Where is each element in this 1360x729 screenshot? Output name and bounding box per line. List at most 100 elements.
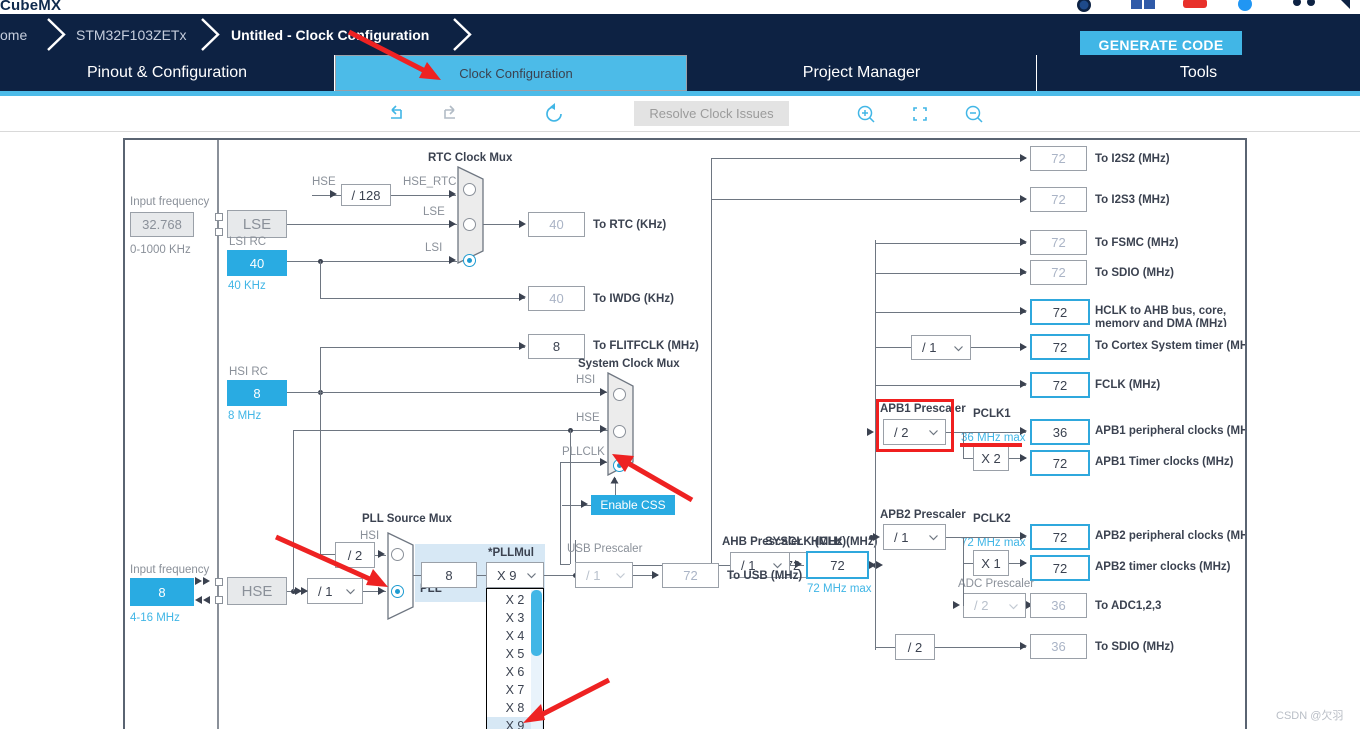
arrow-rtcmux-hse	[449, 190, 456, 198]
tab-pinout-configuration[interactable]: Pinout & Configuration	[0, 55, 335, 91]
apb1-peripheral-value: 36	[1030, 419, 1090, 445]
arrow-hclk-o2	[876, 561, 883, 569]
apb2-timer-multiplier: X 1	[973, 550, 1009, 576]
zoom-in-icon[interactable]	[852, 100, 880, 128]
rtc-mux-input-lse[interactable]	[463, 218, 476, 231]
hsi-rc-value[interactable]: 8	[227, 380, 287, 406]
pllmul-select[interactable]: X 9	[486, 562, 544, 588]
wire-i2s2-top	[711, 158, 1026, 159]
fit-to-screen-icon[interactable]	[906, 100, 934, 128]
wire-pll-to-pllmul	[477, 575, 486, 576]
breadcrumb-current-label: Untitled - Clock Configuration	[231, 26, 430, 43]
resolve-clock-issues-label: Resolve Clock Issues	[649, 106, 774, 121]
app-top-strip: CubeMX	[0, 0, 1360, 14]
wire-lsi-to-iwdg	[320, 298, 525, 299]
watermark: CSDN @欠羽	[1276, 710, 1344, 722]
arrow-apb1-timer	[1020, 454, 1027, 462]
enable-css-button[interactable]: Enable CSS	[591, 495, 675, 515]
to-sdio-label: To SDIO (MHz)	[1095, 267, 1174, 279]
wire-hsi-up	[320, 347, 321, 393]
breadcrumb-item-current[interactable]: Untitled - Clock Configuration	[231, 14, 429, 55]
chevron-down-icon	[616, 573, 625, 582]
rtc-clock-mux-title: RTC Clock Mux	[428, 152, 513, 164]
lsi-rc-value[interactable]: 40	[227, 250, 287, 276]
rtc-mux-input-lsi[interactable]	[463, 254, 476, 267]
wire-sdio-out	[935, 647, 1026, 648]
to-adc-label: To ADC1,2,3	[1095, 600, 1162, 612]
hclk-value: 72	[806, 551, 869, 579]
redo-icon[interactable]	[436, 100, 464, 128]
resolve-clock-issues-button[interactable]: Resolve Clock Issues	[634, 101, 789, 126]
wire-pllclk-from-pll	[560, 564, 570, 565]
sysmux-input-hsi[interactable]	[613, 388, 626, 401]
rtc-mux-input-hse-rtc[interactable]	[463, 183, 476, 196]
apb2-max-label: 72 MHz max	[961, 537, 1026, 549]
zoom-out-icon[interactable]	[960, 100, 988, 128]
chevron-down-icon	[929, 535, 938, 544]
main-tab-bar: Pinout & Configuration Clock Configurati…	[0, 55, 1360, 91]
pll-mux-label-hsi: HSI	[360, 530, 380, 542]
apb2-prescaler-title: APB2 Prescaler	[880, 509, 966, 521]
chevron-down-icon	[954, 345, 963, 355]
pllmul-dropdown-scroll-thumb[interactable]	[531, 590, 542, 656]
wire-hse-up	[293, 430, 294, 591]
arrow-css-in	[581, 500, 588, 508]
hse-divider-select[interactable]: / 1	[307, 578, 363, 604]
to-fsmc-label: To FSMC (MHz)	[1095, 237, 1179, 249]
sysmux-input-hse[interactable]	[613, 425, 626, 438]
rtc-clock-mux[interactable]	[457, 166, 491, 264]
to-usb-label: To USB (MHz)	[727, 570, 803, 582]
cortex-prescaler-select[interactable]: / 1	[911, 335, 971, 360]
hse-input-frequency-field[interactable]: 8	[130, 578, 194, 606]
sysmux-label-pllclk: PLLCLK	[562, 446, 605, 458]
tab-project-manager[interactable]: Project Manager	[687, 55, 1037, 91]
arrow-hse-div	[330, 190, 337, 198]
tab-clock-configuration[interactable]: Clock Configuration	[335, 55, 687, 91]
arrow-hclk	[795, 560, 802, 568]
reset-icon[interactable]	[541, 100, 569, 128]
to-rtc-output-label: To RTC (KHz)	[593, 219, 667, 231]
undo-icon[interactable]	[382, 100, 410, 128]
pll-mux-input-hsi[interactable]	[391, 548, 404, 561]
windows-icon[interactable]	[1131, 0, 1157, 15]
apb2-timer-value: 72	[1030, 555, 1090, 581]
pll-hsi-divider: / 2	[335, 542, 375, 568]
hsi-rc-title: HSI RC	[229, 366, 268, 378]
arrow-pllmux-hse	[378, 587, 385, 595]
arrow-apb2-in	[873, 533, 880, 541]
youtube-icon[interactable]	[1183, 0, 1207, 15]
arrow-pllmux-hsi	[378, 550, 385, 558]
apb1-max-underline	[960, 443, 1022, 447]
breadcrumb-item-device[interactable]: STM32F103ZETx	[76, 14, 186, 55]
arrow-sysmux-hse	[600, 425, 607, 433]
tab-pinout-label: Pinout & Configuration	[86, 64, 248, 81]
sysmux-input-pllclk[interactable]	[613, 459, 626, 472]
breadcrumb-chevron-3	[448, 14, 482, 55]
hse-divider-value: / 1	[318, 583, 333, 599]
adc-prescaler-select[interactable]: / 2	[963, 593, 1026, 618]
breadcrumb-item-home[interactable]: ome	[0, 14, 27, 55]
wire-apb2-to-adc	[963, 563, 964, 606]
arrow-apb1-in	[867, 428, 874, 436]
arrow-apb2-periph	[1020, 532, 1027, 540]
arrow-sysmux-pllclk	[600, 458, 607, 466]
hclk-max-label: 72 MHz max	[807, 583, 872, 595]
pllmul-dropdown-popup[interactable]: X 2 X 3 X 4 X 5 X 6 X 7 X 8 X 9	[486, 588, 544, 729]
clock-diagram-canvas[interactable]: Input frequency 32.768 0-1000 KHz LSE LS…	[123, 138, 1247, 729]
to-rtc-output-value: 40	[528, 212, 585, 237]
pllmul-label: *PLLMul	[488, 547, 534, 559]
lse-input-frequency-field[interactable]: 32.768	[130, 212, 194, 237]
arrow-iwdg	[519, 293, 526, 301]
chevron-down-icon	[346, 589, 355, 598]
system-clock-mux-title: System Clock Mux	[578, 358, 680, 370]
apb1-timer-label: APB1 Timer clocks (MHz)	[1095, 456, 1234, 468]
cortex-prescaler-value: / 1	[922, 340, 937, 355]
arrow-sdio-top	[1020, 268, 1027, 276]
lse-oscillator-box[interactable]: LSE	[227, 210, 287, 238]
apb2-prescaler-select[interactable]: / 1	[883, 524, 946, 550]
hse-oscillator-box[interactable]: HSE	[227, 577, 287, 605]
usb-prescaler-select[interactable]: / 1	[575, 562, 633, 588]
tab-tools[interactable]: Tools	[1037, 55, 1360, 91]
pll-mux-input-hse[interactable]	[391, 585, 404, 598]
arrow-rtcmux-lse	[449, 220, 456, 228]
